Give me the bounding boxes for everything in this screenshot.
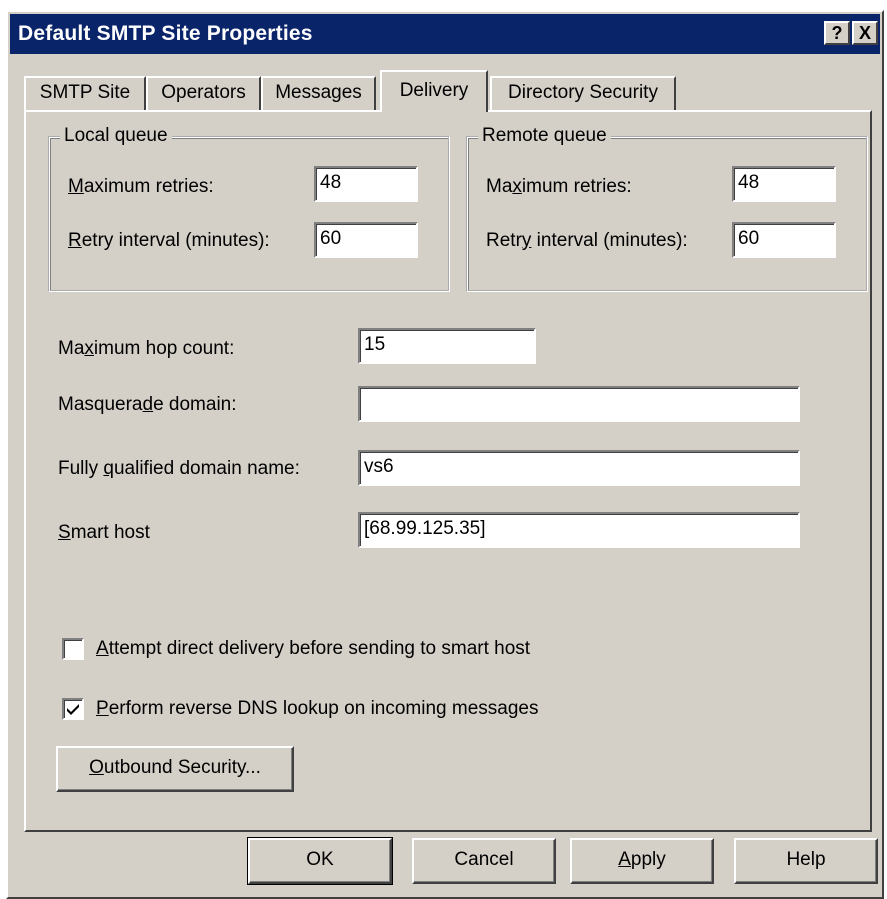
- reverse-dns-label: Perform reverse DNS lookup on incoming m…: [96, 698, 539, 719]
- local-retry-interval-input[interactable]: 60: [314, 222, 418, 258]
- checkmark-icon: [67, 704, 79, 715]
- tab-delivery[interactable]: Delivery: [380, 70, 488, 112]
- remote-max-retries-input[interactable]: 48: [732, 166, 836, 202]
- help-button[interactable]: Help: [734, 838, 878, 884]
- remote-max-retries-label: Maximum retries:: [486, 176, 632, 197]
- max-hop-count-label: Maximum hop count:: [58, 338, 235, 359]
- cancel-button[interactable]: Cancel: [412, 838, 556, 884]
- tab-smtp-site[interactable]: SMTP Site: [24, 76, 146, 110]
- local-queue-title: Local queue: [60, 125, 172, 147]
- apply-button[interactable]: Apply: [570, 838, 714, 884]
- local-queue-group: Local queue Maximum retries: 48 Retry in…: [48, 125, 450, 292]
- outbound-security-button[interactable]: Outbound Security...: [56, 746, 294, 792]
- remote-queue-group: Remote queue Maximum retries: 48 Retry i…: [466, 125, 868, 292]
- ok-button[interactable]: OK: [247, 837, 393, 885]
- fqdn-label: Fully qualified domain name:: [58, 458, 300, 479]
- title-bar[interactable]: Default SMTP Site Properties ? X: [10, 14, 880, 54]
- direct-delivery-checkbox[interactable]: [62, 638, 84, 660]
- local-retry-interval-label: Retry interval (minutes):: [68, 230, 270, 251]
- max-hop-count-input[interactable]: 15: [358, 328, 536, 364]
- tab-messages[interactable]: Messages: [261, 76, 376, 110]
- tab-operators[interactable]: Operators: [146, 76, 261, 110]
- fqdn-input[interactable]: vs6: [358, 450, 800, 486]
- masquerade-domain-label: Masquerade domain:: [58, 394, 237, 415]
- remote-retry-interval-input[interactable]: 60: [732, 222, 836, 258]
- local-max-retries-input[interactable]: 48: [314, 166, 418, 202]
- close-title-button[interactable]: X: [852, 21, 878, 45]
- reverse-dns-checkbox[interactable]: [62, 698, 84, 720]
- help-title-button[interactable]: ?: [824, 21, 850, 45]
- window-title: Default SMTP Site Properties: [18, 22, 313, 45]
- remote-retry-interval-label: Retry interval (minutes):: [486, 230, 688, 251]
- local-max-retries-label: Maximum retries:: [68, 176, 214, 197]
- smart-host-input[interactable]: [68.99.125.35]: [358, 512, 800, 548]
- tab-directory-security[interactable]: Directory Security: [490, 76, 676, 110]
- masquerade-domain-input[interactable]: [358, 386, 800, 422]
- smart-host-label: Smart host: [58, 522, 150, 543]
- properties-dialog: Default SMTP Site Properties ? X SMTP Si…: [6, 10, 884, 899]
- delivery-panel: Local queue Maximum retries: 48 Retry in…: [24, 110, 872, 832]
- direct-delivery-label: Attempt direct delivery before sending t…: [96, 638, 531, 659]
- remote-queue-title: Remote queue: [478, 125, 611, 147]
